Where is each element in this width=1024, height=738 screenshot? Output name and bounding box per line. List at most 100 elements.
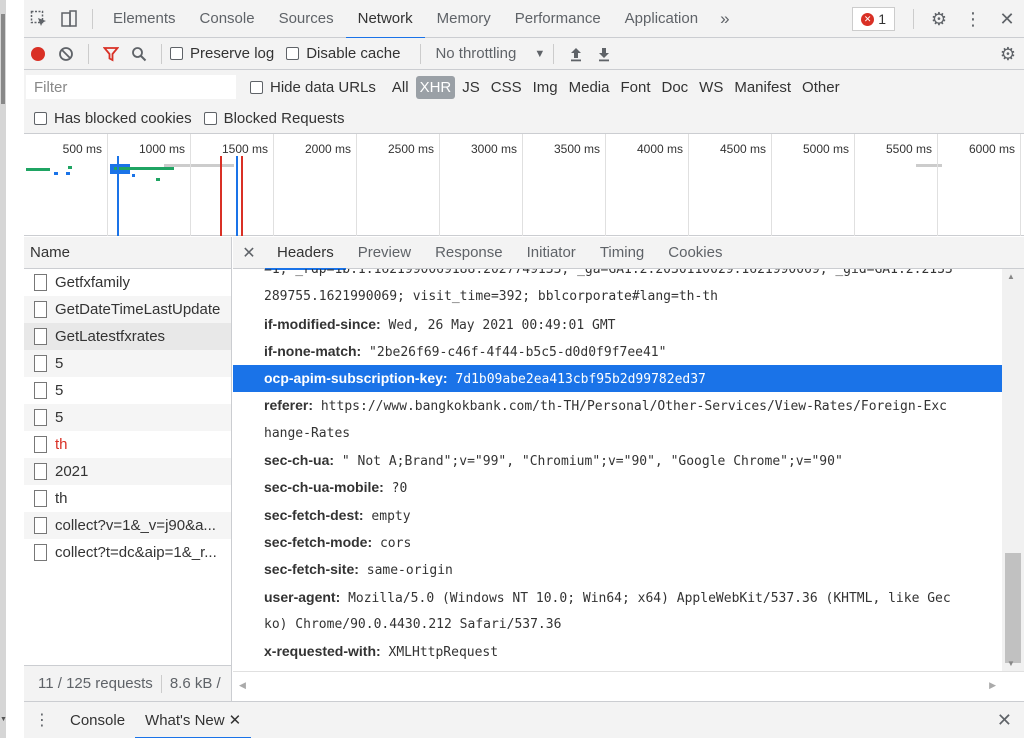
filter-type-other[interactable]: Other bbox=[798, 76, 844, 99]
network-settings-gear-icon[interactable]: ⚙ bbox=[1000, 38, 1016, 70]
export-har-icon[interactable] bbox=[590, 38, 618, 70]
name-column-header[interactable]: Name bbox=[24, 237, 231, 269]
tab-sources[interactable]: Sources bbox=[267, 0, 346, 38]
more-options-icon[interactable]: ⋮ bbox=[956, 0, 990, 38]
hide-data-urls-checkbox[interactable]: Hide data URLs bbox=[250, 79, 376, 96]
header-line[interactable]: x-requested-with: XMLHttpRequest bbox=[233, 638, 1002, 665]
tab-elements[interactable]: Elements bbox=[101, 0, 188, 38]
close-devtools-icon[interactable]: ✕ bbox=[990, 0, 1024, 38]
tab-performance[interactable]: Performance bbox=[503, 0, 613, 38]
filter-type-xhr[interactable]: XHR bbox=[415, 75, 456, 99]
filter-type-media[interactable]: Media bbox=[565, 76, 614, 99]
header-line[interactable]: hange-Rates bbox=[233, 420, 1002, 447]
header-line[interactable]: =1; _rdp=1b.1.1621990069188.2027749133; … bbox=[233, 269, 1002, 283]
detail-horizontal-scrollbar[interactable]: ◀ ▶ bbox=[233, 671, 1024, 701]
header-line[interactable]: ocp-apim-subscription-key: 7d1b09abe2ea4… bbox=[233, 365, 1002, 393]
disable-cache-checkbox[interactable]: Disable cache bbox=[286, 45, 400, 62]
request-name: collect?v=1&_v=j90&a... bbox=[55, 517, 216, 534]
more-tabs-icon[interactable]: » bbox=[710, 0, 739, 38]
header-line[interactable]: ko) Chrome/90.0.4430.212 Safari/537.36 bbox=[233, 611, 1002, 638]
device-toolbar-icon[interactable] bbox=[54, 0, 84, 38]
error-count-badge[interactable]: ✕ 1 bbox=[852, 7, 895, 31]
drawer-menu-icon[interactable]: ⋮ bbox=[24, 710, 60, 730]
scrollbar-thumb[interactable] bbox=[1005, 553, 1021, 663]
detail-tab-headers[interactable]: Headers bbox=[265, 237, 346, 270]
inspect-element-icon[interactable] bbox=[24, 0, 54, 38]
request-row[interactable]: Getfxfamily bbox=[24, 269, 231, 296]
blocked-requests-checkbox[interactable]: Blocked Requests bbox=[203, 110, 344, 127]
scroll-left-arrow-icon[interactable]: ◀ bbox=[239, 680, 246, 691]
close-drawer-icon[interactable]: ✕ bbox=[997, 710, 1012, 731]
tab-memory[interactable]: Memory bbox=[425, 0, 503, 38]
filter-type-font[interactable]: Font bbox=[616, 76, 654, 99]
timeline-gridline bbox=[356, 134, 357, 236]
detail-tab-cookies[interactable]: Cookies bbox=[656, 237, 734, 269]
tab-application[interactable]: Application bbox=[613, 0, 710, 38]
detail-tab-initiator[interactable]: Initiator bbox=[515, 237, 588, 269]
scroll-right-arrow-icon[interactable]: ▶ bbox=[989, 680, 996, 691]
checkbox-box[interactable] bbox=[250, 80, 263, 94]
header-line[interactable]: 289755.1621990069; visit_time=392; bblco… bbox=[233, 283, 1002, 310]
timeline-gridline bbox=[688, 134, 689, 236]
drawer-tab-console[interactable]: Console bbox=[60, 702, 135, 738]
record-button[interactable] bbox=[24, 38, 52, 70]
import-har-icon[interactable] bbox=[562, 38, 590, 70]
has-blocked-cookies-checkbox[interactable]: Has blocked cookies bbox=[34, 110, 192, 127]
header-value: Wed, 26 May 2021 00:49:01 GMT bbox=[388, 317, 616, 333]
header-line[interactable]: user-agent: Mozilla/5.0 (Windows NT 10.0… bbox=[233, 584, 1002, 611]
filter-type-manifest[interactable]: Manifest bbox=[730, 76, 795, 99]
request-row[interactable]: 5 bbox=[24, 350, 231, 377]
header-line[interactable]: sec-fetch-mode: cors bbox=[233, 529, 1002, 556]
outer-scrollbar-thumb[interactable] bbox=[1, 14, 5, 104]
request-row[interactable]: 5 bbox=[24, 404, 231, 431]
header-line[interactable]: sec-fetch-dest: empty bbox=[233, 502, 1002, 529]
checkbox-box[interactable] bbox=[286, 47, 300, 60]
request-row[interactable]: GetLatestfxrates bbox=[24, 323, 231, 350]
timeline-overview[interactable]: 500 ms 1000 ms 1500 ms 2000 ms 2500 ms 3000 m… bbox=[24, 134, 1024, 236]
close-detail-icon[interactable]: ✕ bbox=[233, 243, 265, 263]
request-row[interactable]: GetDateTimeLastUpdate bbox=[24, 296, 231, 323]
header-line[interactable]: sec-ch-ua: " Not A;Brand";v="99", "Chrom… bbox=[233, 447, 1002, 474]
filter-input[interactable]: Filter bbox=[26, 75, 236, 99]
header-line[interactable]: if-modified-since: Wed, 26 May 2021 00:4… bbox=[233, 311, 1002, 338]
checkbox-box[interactable] bbox=[170, 47, 183, 60]
detail-tab-preview[interactable]: Preview bbox=[346, 237, 423, 269]
tab-network[interactable]: Network bbox=[345, 0, 425, 39]
tab-console[interactable]: Console bbox=[188, 0, 267, 38]
detail-tab-response[interactable]: Response bbox=[423, 237, 515, 269]
search-icon[interactable] bbox=[125, 38, 153, 70]
header-line[interactable]: sec-ch-ua-mobile: ?0 bbox=[233, 474, 1002, 501]
header-line[interactable]: if-none-match: "2be26f69-c46f-4f44-b5c5-… bbox=[233, 338, 1002, 365]
drawer-tab-whats-new[interactable]: What's New ✕ bbox=[135, 702, 252, 738]
filter-type-ws[interactable]: WS bbox=[695, 76, 727, 99]
outer-scrollbar[interactable]: ▼ bbox=[0, 0, 7, 738]
scroll-up-arrow-icon[interactable]: ▲ bbox=[1007, 272, 1015, 281]
throttling-select[interactable]: No throttling ▼ bbox=[435, 45, 545, 62]
filter-type-doc[interactable]: Doc bbox=[657, 76, 692, 99]
filter-type-all[interactable]: All bbox=[388, 76, 413, 99]
filter-icon[interactable] bbox=[97, 38, 125, 70]
scroll-down-arrow-icon[interactable]: ▼ bbox=[0, 716, 7, 724]
header-line[interactable]: referer: https://www.bangkokbank.com/th-… bbox=[233, 392, 1002, 419]
request-row[interactable]: collect?t=dc&aip=1&_r... bbox=[24, 539, 231, 566]
checkbox-box[interactable] bbox=[203, 112, 217, 125]
request-row[interactable]: collect?v=1&_v=j90&a... bbox=[24, 512, 231, 539]
request-row[interactable]: th bbox=[24, 485, 231, 512]
detail-vertical-scrollbar[interactable]: ▲ ▼ bbox=[1002, 269, 1024, 671]
request-row[interactable]: 2021 bbox=[24, 458, 231, 485]
close-tab-icon[interactable]: ✕ bbox=[229, 712, 242, 729]
clear-button[interactable] bbox=[52, 38, 80, 70]
request-row[interactable]: th bbox=[24, 431, 231, 458]
request-row[interactable]: 5 bbox=[24, 377, 231, 404]
filter-type-img[interactable]: Img bbox=[529, 76, 562, 99]
header-line[interactable]: sec-fetch-site: same-origin bbox=[233, 556, 1002, 583]
filter-type-css[interactable]: CSS bbox=[487, 76, 526, 99]
scroll-down-arrow-icon[interactable]: ▼ bbox=[1007, 659, 1015, 668]
preserve-log-checkbox[interactable]: Preserve log bbox=[170, 45, 274, 62]
filter-type-js[interactable]: JS bbox=[458, 76, 484, 99]
checkbox-box[interactable] bbox=[34, 112, 47, 125]
detail-tab-timing[interactable]: Timing bbox=[588, 237, 656, 269]
settings-gear-icon[interactable]: ⚙ bbox=[922, 0, 956, 38]
timeline-tick-label: 1000 ms bbox=[138, 142, 185, 156]
timeline-bar bbox=[132, 174, 135, 177]
